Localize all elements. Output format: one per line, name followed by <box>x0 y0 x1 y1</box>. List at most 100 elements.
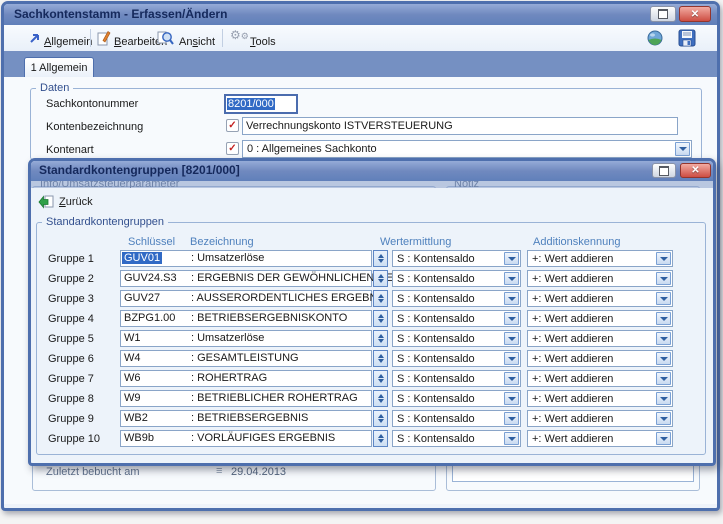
spinner-down-icon <box>378 399 384 403</box>
dropdown-button[interactable] <box>504 292 519 305</box>
dropdown-button[interactable] <box>504 252 519 265</box>
chevron-down-icon <box>508 337 516 341</box>
table-row: Gruppe 7 W6 : ROHERTRAG S : Kontensaldo … <box>0 370 723 387</box>
wertermittlung-value: S : Kontensaldo <box>397 313 475 325</box>
additionskennung-dropdown[interactable]: +: Wert addieren <box>527 330 673 347</box>
schluessel-bezeichnung-field[interactable]: W6 : ROHERTRAG <box>120 370 372 387</box>
dropdown-button[interactable] <box>504 432 519 445</box>
additionskennung-dropdown[interactable]: +: Wert addieren <box>527 310 673 327</box>
spinner-button[interactable] <box>373 390 388 407</box>
additionskennung-value: +: Wert addieren <box>532 313 613 325</box>
additionskennung-value: +: Wert addieren <box>532 413 613 425</box>
schluessel-bezeichnung-field[interactable]: GUV24.S3 : ERGEBNIS DER GEWÖHNLICHEN GES <box>120 270 372 287</box>
schluessel-value: GUV24.S3 <box>124 272 177 284</box>
dropdown-button[interactable] <box>656 312 671 325</box>
chevron-down-icon <box>508 397 516 401</box>
dialog-titlebar[interactable]: Standardkontengruppen [8201/000] <box>31 161 713 181</box>
column-header-additionskennung: Additionskennung <box>533 236 620 248</box>
spinner-button[interactable] <box>373 330 388 347</box>
chevron-down-icon <box>508 377 516 381</box>
wertermittlung-value: S : Kontensaldo <box>397 333 475 345</box>
schluessel-bezeichnung-field[interactable]: W9 : BETRIEBLICHER ROHERTRAG <box>120 390 372 407</box>
wertermittlung-dropdown[interactable]: S : Kontensaldo <box>392 410 521 427</box>
gruppe-label: Gruppe 5 <box>48 333 94 345</box>
spinner-button[interactable] <box>373 250 388 267</box>
spinner-up-icon <box>378 414 384 418</box>
gruppe-label: Gruppe 7 <box>48 373 94 385</box>
dropdown-button[interactable] <box>656 352 671 365</box>
schluessel-bezeichnung-field[interactable]: BZPG1.00 : BETRIEBSERGEBNISKONTO <box>120 310 372 327</box>
dropdown-button[interactable] <box>656 432 671 445</box>
dropdown-button[interactable] <box>656 272 671 285</box>
dropdown-button[interactable] <box>504 312 519 325</box>
wertermittlung-dropdown[interactable]: S : Kontensaldo <box>392 250 521 267</box>
schluessel-bezeichnung-field[interactable]: WB2 : BETRIEBSERGEBNIS <box>120 410 372 427</box>
table-row: Gruppe 1 GUV01 : Umsatzerlöse S : Konten… <box>0 250 723 267</box>
wertermittlung-value: S : Kontensaldo <box>397 353 475 365</box>
schluessel-value: W9 <box>124 392 141 404</box>
spinner-button[interactable] <box>373 350 388 367</box>
schluessel-bezeichnung-field[interactable]: W1 : Umsatzerlöse <box>120 330 372 347</box>
additionskennung-value: +: Wert addieren <box>532 293 613 305</box>
dropdown-button[interactable] <box>656 412 671 425</box>
bezeichnung-value: : AUSSERORDENTLICHES ERGEBNIS <box>191 292 388 304</box>
additionskennung-dropdown[interactable]: +: Wert addieren <box>527 410 673 427</box>
wertermittlung-dropdown[interactable]: S : Kontensaldo <box>392 350 521 367</box>
dropdown-button[interactable] <box>504 332 519 345</box>
dialog-restore-button[interactable] <box>652 163 676 178</box>
additionskennung-dropdown[interactable]: +: Wert addieren <box>527 370 673 387</box>
chevron-down-icon <box>660 377 668 381</box>
wertermittlung-value: S : Kontensaldo <box>397 293 475 305</box>
spinner-button[interactable] <box>373 410 388 427</box>
schluessel-bezeichnung-field[interactable]: W4 : GESAMTLEISTUNG <box>120 350 372 367</box>
chevron-down-icon <box>660 437 668 441</box>
dropdown-button[interactable] <box>504 272 519 285</box>
chevron-down-icon <box>660 337 668 341</box>
wertermittlung-dropdown[interactable]: S : Kontensaldo <box>392 370 521 387</box>
additionskennung-dropdown[interactable]: +: Wert addieren <box>527 430 673 447</box>
schluessel-bezeichnung-field[interactable]: WB9b : VORLÄUFIGES ERGEBNIS <box>120 430 372 447</box>
zurueck-button[interactable]: Zurück <box>38 192 93 211</box>
dropdown-button[interactable] <box>656 392 671 405</box>
spinner-button[interactable] <box>373 270 388 287</box>
spinner-button[interactable] <box>373 310 388 327</box>
additionskennung-dropdown[interactable]: +: Wert addieren <box>527 250 673 267</box>
standardkontengruppen-group-label: Standardkontengruppen <box>42 216 168 228</box>
schluessel-bezeichnung-field[interactable]: GUV27 : AUSSERORDENTLICHES ERGEBNIS <box>120 290 372 307</box>
schluessel-bezeichnung-field[interactable]: GUV01 : Umsatzerlöse <box>120 250 372 267</box>
spinner-button[interactable] <box>373 430 388 447</box>
additionskennung-dropdown[interactable]: +: Wert addieren <box>527 270 673 287</box>
schluessel-value: BZPG1.00 <box>124 312 175 324</box>
chevron-down-icon <box>508 257 516 261</box>
dropdown-button[interactable] <box>504 392 519 405</box>
dropdown-button[interactable] <box>656 252 671 265</box>
wertermittlung-dropdown[interactable]: S : Kontensaldo <box>392 430 521 447</box>
wertermittlung-dropdown[interactable]: S : Kontensaldo <box>392 390 521 407</box>
gruppe-label: Gruppe 2 <box>48 273 94 285</box>
dialog-close-button[interactable]: ✕ <box>680 163 711 178</box>
additionskennung-dropdown[interactable]: +: Wert addieren <box>527 350 673 367</box>
spinner-down-icon <box>378 339 384 343</box>
dropdown-button[interactable] <box>504 372 519 385</box>
dropdown-button[interactable] <box>504 352 519 365</box>
spinner-up-icon <box>378 274 384 278</box>
bezeichnung-value: : Umsatzerlöse <box>191 252 264 264</box>
wertermittlung-dropdown[interactable]: S : Kontensaldo <box>392 330 521 347</box>
schluessel-value: WB2 <box>124 412 148 424</box>
spinner-button[interactable] <box>373 290 388 307</box>
wertermittlung-dropdown[interactable]: S : Kontensaldo <box>392 310 521 327</box>
wertermittlung-dropdown[interactable]: S : Kontensaldo <box>392 270 521 287</box>
chevron-down-icon <box>660 357 668 361</box>
gruppe-label: Gruppe 1 <box>48 253 94 265</box>
additionskennung-dropdown[interactable]: +: Wert addieren <box>527 390 673 407</box>
dropdown-button[interactable] <box>656 292 671 305</box>
additionskennung-dropdown[interactable]: +: Wert addieren <box>527 290 673 307</box>
spinner-button[interactable] <box>373 370 388 387</box>
dropdown-button[interactable] <box>504 412 519 425</box>
gruppe-label: Gruppe 8 <box>48 393 94 405</box>
schluessel-value: WB9b <box>124 432 154 444</box>
dropdown-button[interactable] <box>656 372 671 385</box>
dropdown-button[interactable] <box>656 332 671 345</box>
wertermittlung-dropdown[interactable]: S : Kontensaldo <box>392 290 521 307</box>
standardkontengruppen-dialog: Standardkontengruppen [8201/000] ✕ Zurüc… <box>0 0 723 524</box>
